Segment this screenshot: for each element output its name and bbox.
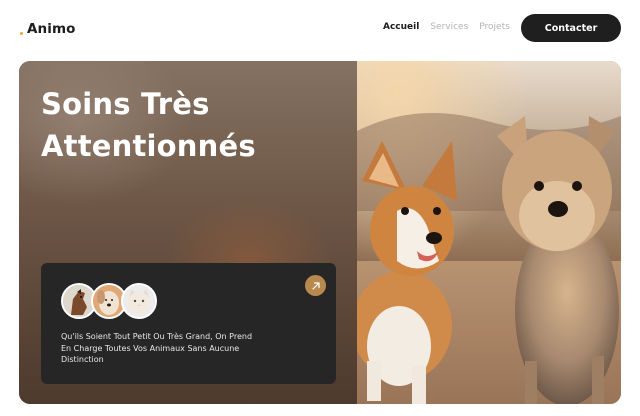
hero-dogs-photo: [357, 61, 621, 404]
dogs-photo-icon: [357, 61, 621, 404]
logo-dot: [20, 31, 23, 35]
card-description: Qu'ils Soient Tout Petit Ou Très Grand, …: [61, 332, 253, 364]
hero-title-line1: Soins Très: [41, 87, 210, 121]
hero-title: Soins Très Attentionnés: [41, 83, 341, 167]
info-card: Qu'ils Soient Tout Petit Ou Très Grand, …: [41, 263, 336, 384]
arrow-up-right-button[interactable]: [305, 275, 326, 296]
arrow-up-right-icon: [311, 281, 320, 290]
nav-item-services[interactable]: Services: [430, 22, 468, 32]
hero-section: Soins Très Attentionnés Qu'ils Soient To…: [19, 61, 621, 404]
contact-button[interactable]: Contacter: [521, 14, 621, 42]
cat-icon: [123, 285, 155, 317]
logo-text: Animo: [27, 21, 76, 37]
avatar-stack: [61, 283, 161, 319]
nav-item-projets[interactable]: Projets: [479, 22, 510, 32]
logo[interactable]: Animo: [20, 19, 76, 39]
cat-avatar: [121, 283, 157, 319]
nav-item-accueil[interactable]: Accueil: [383, 22, 419, 32]
site-header: Animo Accueil Services Projets Contacter: [0, 0, 640, 56]
hero-title-line2: Attentionnés: [41, 129, 256, 163]
main-nav: Accueil Services Projets: [383, 22, 521, 32]
